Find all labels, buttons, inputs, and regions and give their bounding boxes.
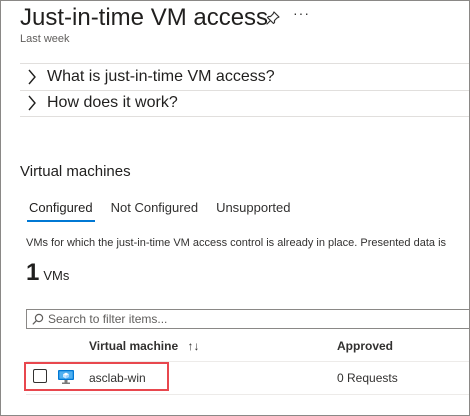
tab-unsupported[interactable]: Unsupported [207, 194, 299, 222]
chevron-right-icon [20, 95, 44, 111]
column-header-label: Virtual machine [89, 339, 179, 353]
accordion-what-is-jit[interactable]: What is just-in-time VM access? [20, 64, 469, 90]
tab-configured[interactable]: Configured [20, 194, 102, 222]
tab-description: VMs for which the just-in-time VM access… [26, 237, 447, 249]
more-options-icon[interactable]: ··· [293, 5, 310, 21]
section-heading: Virtual machines [20, 163, 131, 180]
tab-not-configured[interactable]: Not Configured [102, 194, 207, 222]
vm-approved-cell: 0 Requests [337, 371, 398, 385]
highlight-box [24, 362, 169, 391]
chevron-right-icon [20, 69, 44, 85]
jit-vm-access-blade: Just-in-time VM access ··· Last week Wha… [0, 0, 470, 416]
row-divider [26, 394, 469, 395]
accordion-how-it-works[interactable]: How does it work? [20, 90, 469, 116]
search-box[interactable] [26, 309, 469, 329]
accordion-label: How does it work? [47, 94, 178, 111]
search-input[interactable] [48, 312, 448, 326]
vm-count: 1 VMs [26, 259, 69, 287]
column-header-virtual-machine[interactable]: Virtual machine ↑↓ [89, 339, 200, 353]
vm-count-unit: VMs [43, 268, 70, 283]
tab-bar: Configured Not Configured Unsupported [20, 194, 300, 222]
vm-count-number: 1 [26, 259, 40, 286]
page-subtitle: Last week [20, 33, 70, 45]
divider [20, 116, 469, 117]
pin-icon[interactable] [265, 10, 281, 26]
sort-icon[interactable]: ↑↓ [188, 339, 200, 353]
page-title: Just-in-time VM access [20, 4, 269, 31]
accordion-label: What is just-in-time VM access? [47, 68, 275, 85]
search-icon [32, 313, 44, 325]
column-header-approved[interactable]: Approved [337, 339, 393, 353]
